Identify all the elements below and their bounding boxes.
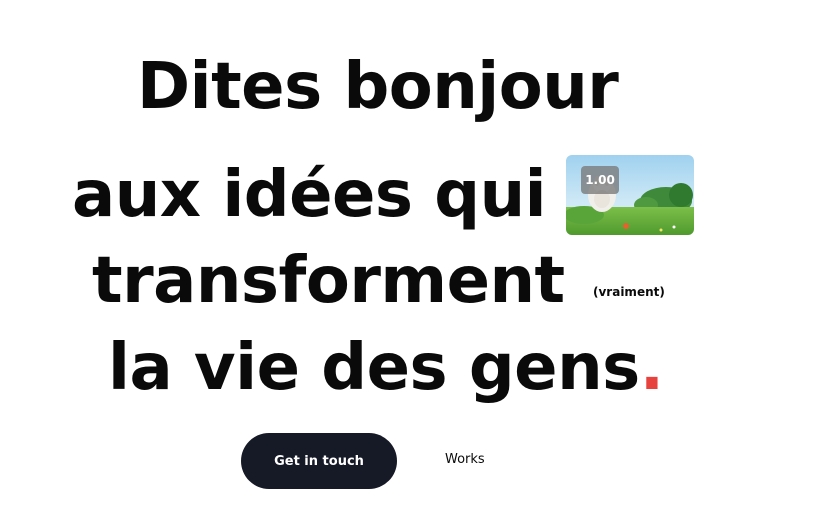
hero-line-2: aux idées qui xyxy=(72,158,547,232)
hero-line-4-text: la vie des gens xyxy=(108,331,640,405)
aside-note: (vraiment) xyxy=(593,285,665,299)
accent-period: . xyxy=(639,331,664,405)
hero-line-4: la vie des gens. xyxy=(108,336,664,400)
hero-line-1: Dites bonjour xyxy=(137,50,619,124)
video-thumbnail[interactable]: 1.00 xyxy=(566,155,694,235)
works-link[interactable]: Works xyxy=(445,453,485,466)
get-in-touch-button[interactable]: Get in touch xyxy=(241,433,397,489)
hero-line-3: transforment xyxy=(92,244,565,318)
playback-speed-badge[interactable]: 1.00 xyxy=(581,166,619,194)
